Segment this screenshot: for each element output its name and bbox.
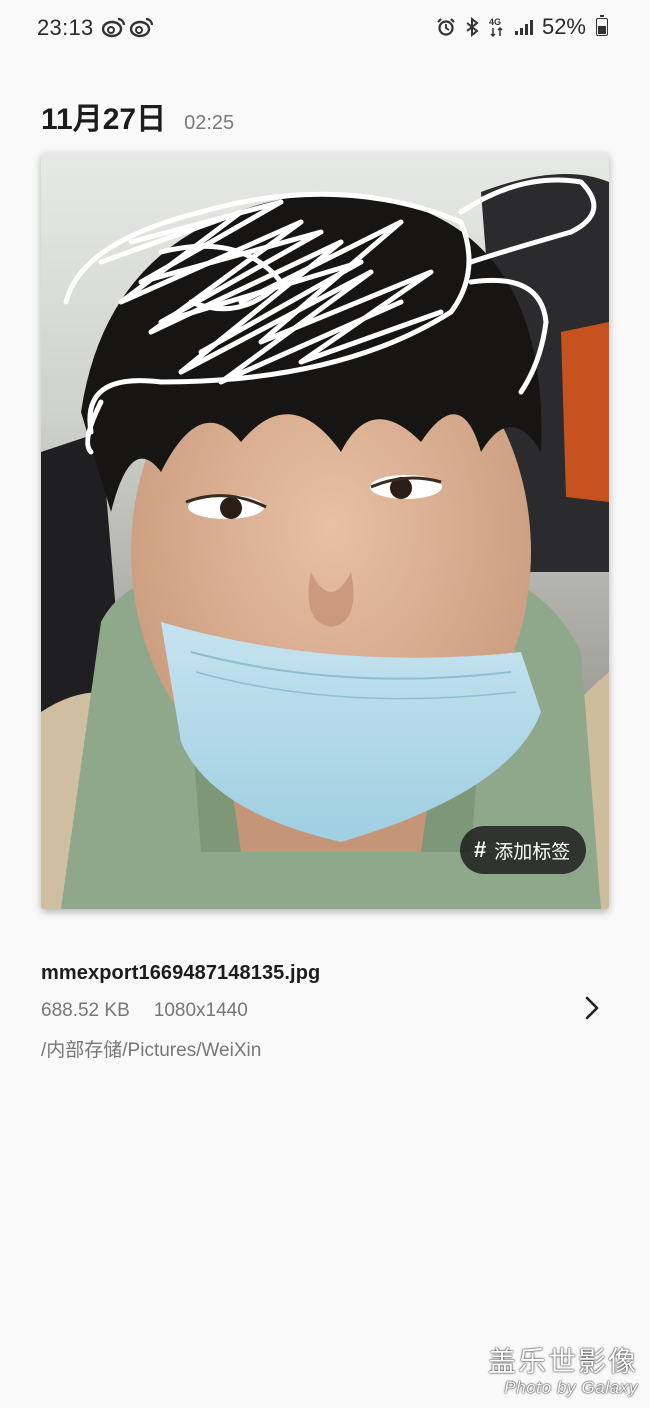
hashtag-icon: #: [474, 837, 487, 862]
bluetooth-icon: [466, 17, 479, 37]
battery-level: [598, 25, 606, 34]
date-header: 11月27日 02:25: [41, 94, 234, 138]
watermark: 盖乐世影像 Photo by Galaxy: [488, 1346, 638, 1398]
selfie-photo: [41, 152, 609, 909]
file-name: mmexport1669487148135.jpg: [41, 962, 321, 984]
alarm-icon: [437, 18, 455, 36]
status-bar: 23:13 4G 52%: [0, 0, 650, 58]
weibo-icon: [130, 17, 154, 38]
weibo-icon: [102, 17, 126, 38]
file-meta: 688.52 KB 1080x1440: [41, 1000, 609, 1022]
notification-icons: [102, 16, 154, 38]
chevron-right-icon[interactable]: [578, 994, 606, 1022]
status-right: 4G 52%: [436, 14, 608, 40]
watermark-subtitle: Photo by Galaxy: [504, 1378, 638, 1397]
file-size: 688.52 KB: [41, 1000, 130, 1021]
watermark-title: 盖乐世影像: [487, 1346, 638, 1377]
4g-icon: 4G: [489, 17, 503, 38]
file-details[interactable]: mmexport1669487148135.jpg 688.52 KB 1080…: [41, 962, 609, 1062]
signal-icon: [514, 20, 533, 35]
photo-image[interactable]: # 添加标签: [41, 152, 609, 909]
file-resolution: 1080x1440: [153, 1000, 248, 1021]
battery-icon: [596, 15, 608, 36]
add-tag-label: 添加标签: [494, 841, 571, 863]
status-time: 23:13: [37, 15, 94, 40]
svg-text:4G: 4G: [489, 17, 501, 27]
file-path: /内部存储/Pictures/WeiXin: [41, 1040, 262, 1061]
add-tag-button[interactable]: # 添加标签: [460, 826, 587, 874]
photo-date: 11月27日: [41, 103, 167, 136]
photo-time: 02:25: [184, 112, 235, 134]
battery-percentage: 52%: [541, 14, 586, 39]
